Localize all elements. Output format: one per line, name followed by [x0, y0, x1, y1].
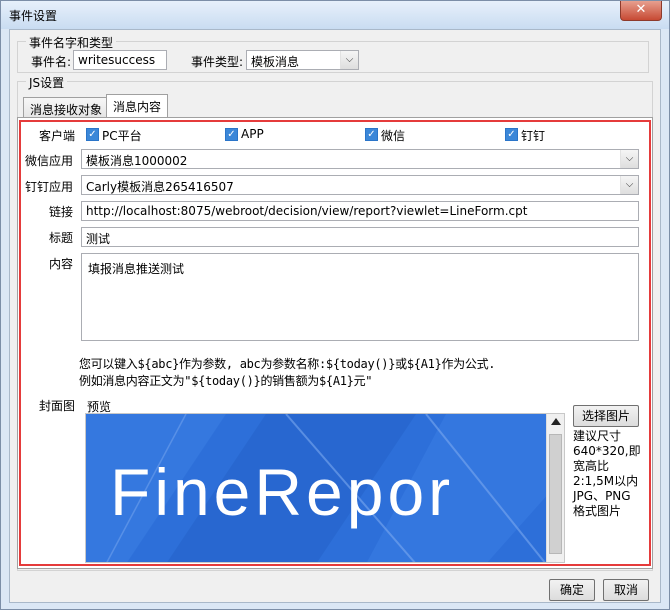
scrollbar-thumb[interactable] — [549, 434, 562, 554]
content-textarea[interactable]: 填报消息推送测试 — [81, 253, 639, 341]
window-title: 事件设置 — [9, 9, 58, 23]
event-type-select[interactable]: 模板消息 ⌵ — [246, 50, 359, 70]
checkbox-app-label[interactable]: APP — [241, 127, 264, 141]
wechat-app-value: 模板消息1000002 — [86, 154, 188, 168]
choose-image-button[interactable]: 选择图片 — [573, 405, 639, 427]
checkbox-pc-label[interactable]: PC平台 — [102, 127, 142, 144]
content-label: 内容 — [49, 257, 74, 271]
tab-message-recipients[interactable]: 消息接收对象 — [23, 97, 110, 119]
wechat-app-label: 微信应用 — [25, 154, 74, 168]
event-settings-window: 事件设置 ✕ 事件名字和类型 事件名: writesuccess 事件类型: 模… — [0, 0, 670, 610]
checkbox-dingtalk-label[interactable]: 钉钉 — [521, 127, 545, 144]
checkbox-pc[interactable]: ✓ — [86, 128, 99, 141]
checkbox-dingtalk[interactable]: ✓ — [505, 128, 518, 141]
event-name-label: 事件名: — [31, 55, 72, 69]
chevron-down-icon: ⌵ — [620, 150, 638, 168]
checkbox-wechat-label[interactable]: 微信 — [381, 127, 405, 144]
close-button[interactable]: ✕ — [620, 1, 662, 21]
dingtalk-app-select[interactable]: Carly模板消息265416507 ⌵ — [81, 175, 639, 195]
title-input[interactable]: 测试 — [81, 227, 639, 247]
checkbox-app[interactable]: ✓ — [225, 128, 238, 141]
wechat-app-select[interactable]: 模板消息1000002 ⌵ — [81, 149, 639, 169]
checkbox-wechat[interactable]: ✓ — [365, 128, 378, 141]
ok-button[interactable]: 确定 — [549, 579, 595, 601]
link-input[interactable]: http://localhost:8075/webroot/decision/v… — [81, 201, 639, 221]
title-bar[interactable]: 事件设置 ✕ — [1, 1, 669, 29]
image-size-hint: 建议尺寸640*320,即宽高比2:1,5M以内JPG、PNG格式图片 — [573, 429, 641, 518]
title-label: 标题 — [49, 231, 74, 245]
event-type-value: 模板消息 — [251, 55, 300, 69]
link-label: 链接 — [49, 205, 74, 219]
preview-scrollbar[interactable] — [546, 414, 564, 562]
cover-preview: FineRepor — [85, 413, 565, 563]
event-name-input[interactable]: writesuccess — [73, 50, 167, 70]
js-settings-group-title: JS设置 — [26, 74, 68, 91]
dingtalk-app-value: Carly模板消息265416507 — [86, 180, 234, 194]
event-type-label: 事件类型: — [191, 55, 244, 69]
tab-message-content[interactable]: 消息内容 — [106, 94, 169, 118]
preview-image-text: FineRepor — [110, 455, 455, 529]
parameter-hint-line1: 您可以键入${abc}作为参数, abc为参数名称:${today()}或${A… — [79, 357, 496, 371]
client-label: 客户端 — [39, 129, 76, 143]
scroll-up-icon[interactable] — [551, 418, 561, 425]
parameter-hint-line2: 例如消息内容正文为"${today()}的销售额为${A1}元" — [79, 374, 373, 388]
chevron-down-icon: ⌵ — [620, 176, 638, 194]
name-type-group-title: 事件名字和类型 — [26, 34, 117, 51]
cancel-button[interactable]: 取消 — [603, 579, 649, 601]
chevron-down-icon: ⌵ — [340, 51, 358, 69]
dingtalk-app-label: 钉钉应用 — [25, 180, 74, 194]
cover-label: 封面图 — [39, 399, 76, 413]
